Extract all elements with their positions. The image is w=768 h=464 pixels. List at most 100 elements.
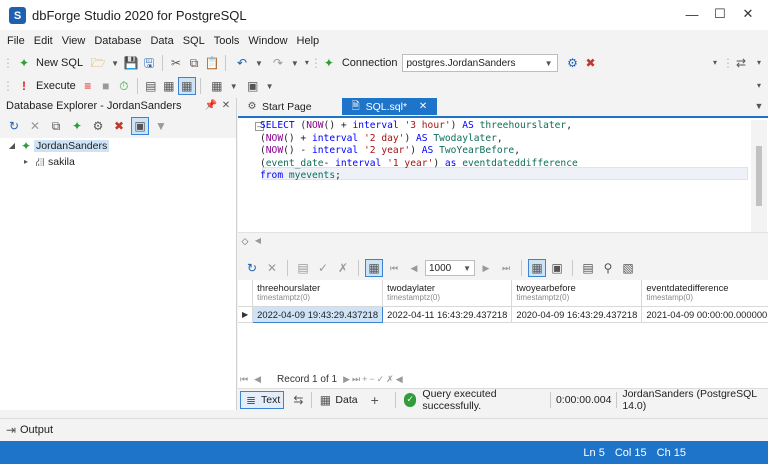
filter-icon[interactable]: ▼ <box>152 117 170 135</box>
undo-button[interactable]: ↶ ▼ <box>230 53 266 73</box>
prev-record-icon[interactable]: ◀ <box>254 374 261 385</box>
columns-icon[interactable]: ▤ <box>579 259 597 277</box>
cut-icon[interactable]: ✂ <box>167 54 185 72</box>
query-plan-icon[interactable]: ▦ <box>160 77 178 95</box>
connection-properties-icon[interactable]: ⚙ <box>564 54 582 72</box>
switch-view-icon[interactable]: ⇆ <box>290 391 306 409</box>
delete-row-icon[interactable]: ✕ <box>263 259 281 277</box>
open-button[interactable]: 🗁 ▼ <box>86 53 122 73</box>
format-button[interactable]: ▣ ▼ <box>241 76 277 96</box>
tab-start-page[interactable]: ⚙ Start Page <box>238 98 320 115</box>
toolbar-separator <box>136 78 138 94</box>
expand-arrow-icon[interactable]: ▸ <box>20 153 32 171</box>
card-view-icon[interactable]: ▣ <box>548 259 566 277</box>
refresh-icon[interactable]: ↻ <box>5 117 23 135</box>
sql-code[interactable]: SELECT (NOW() + interval '3 hour') AS th… <box>260 120 578 183</box>
record-nav-controls-icon[interactable]: ▶⏭+−✓✗◀ <box>343 374 405 385</box>
tabs-dropdown-icon[interactable]: ▼ <box>750 98 768 116</box>
redo-button[interactable]: ↷ ▼ <box>266 53 302 73</box>
table-cell[interactable]: 2020-04-09 16:43:29.437218 <box>511 306 643 323</box>
find-icon[interactable]: ⚲ <box>599 259 617 277</box>
menu-edit[interactable]: Edit <box>34 35 53 47</box>
table-row[interactable]: ▶ 2022-04-09 19:43:29.437218 2022-04-11 … <box>238 305 768 323</box>
new-sql-button[interactable]: ✦ New SQL <box>12 53 86 73</box>
page-size-select[interactable]: 1000 ▼ <box>425 260 475 276</box>
connection-select[interactable]: postgres.JordanSanders ▼ <box>401 54 558 72</box>
grid-view-icon[interactable]: ▦ <box>528 259 546 277</box>
insert-row-icon[interactable]: ▤ <box>294 259 312 277</box>
next-page-icon[interactable]: ▶ <box>477 259 495 277</box>
scrollbar-thumb[interactable] <box>756 146 762 206</box>
tree-node-connection[interactable]: ◢ ✦ JordanSanders <box>0 138 236 154</box>
paste-icon[interactable]: 📋 <box>203 54 221 72</box>
tree-node-database[interactable]: ▸ ⛜ sakila <box>0 154 236 170</box>
profiler-icon[interactable]: ▤ <box>142 77 160 95</box>
properties-icon[interactable]: ⧉ <box>47 117 65 135</box>
cancel-changes-icon[interactable]: ✗ <box>334 259 352 277</box>
menu-sql[interactable]: SQL <box>183 35 205 47</box>
menu-view[interactable]: View <box>62 35 86 47</box>
first-page-icon[interactable]: ⏮ <box>385 259 403 277</box>
apply-changes-icon[interactable]: ✓ <box>314 259 332 277</box>
column-header[interactable]: twodaylater timestamptz(0) <box>382 280 513 307</box>
save-icon[interactable]: 💾 <box>122 54 140 72</box>
toolbar-overflow-icon[interactable]: ▾ <box>750 54 768 72</box>
output-panel-tab[interactable]: ⇥ Output <box>0 418 768 440</box>
execute-button[interactable]: ! Execute <box>12 76 79 96</box>
layout-options-icon[interactable]: ⇄ <box>732 54 750 72</box>
copy-icon[interactable]: ⧉ <box>185 54 203 72</box>
split-editor-icon[interactable]: ◇ <box>238 232 252 250</box>
toolbar-overflow-icon[interactable]: ▾ <box>750 77 768 95</box>
execute-current-icon[interactable]: ≡ <box>79 77 97 95</box>
table-cell[interactable]: 2021-04-09 00:00:00.000000 <box>641 306 768 323</box>
row-indicator-icon[interactable]: ▶ <box>238 306 254 323</box>
close-window-button[interactable]: ✕ <box>736 4 760 24</box>
save-all-icon[interactable]: 🖫 <box>140 54 158 72</box>
menu-window[interactable]: Window <box>248 35 287 47</box>
column-header[interactable]: twoyearbefore timestamptz(0) <box>511 280 643 307</box>
scroll-left-icon[interactable]: ◀ <box>252 232 264 250</box>
delete-icon[interactable]: ✕ <box>26 117 44 135</box>
stop-icon[interactable]: ■ <box>97 77 115 95</box>
last-page-icon[interactable]: ⏭ <box>497 259 515 277</box>
new-connection-icon[interactable]: ✦ <box>68 117 86 135</box>
disconnect-icon[interactable]: ✖ <box>110 117 128 135</box>
export-icon[interactable]: ▧ <box>619 259 637 277</box>
first-record-icon[interactable]: ⏮ <box>240 374 248 385</box>
menu-database[interactable]: Database <box>94 35 141 47</box>
close-tab-icon[interactable]: ✕ <box>417 98 429 116</box>
start-page-icon: ⚙ <box>247 100 257 112</box>
column-header[interactable]: threehourslater timestamptz(0) <box>252 280 384 307</box>
sql-editor[interactable]: – SELECT (NOW() + interval '3 hour') AS … <box>238 116 768 248</box>
table-cell[interactable]: 2022-04-09 19:43:29.437218 <box>252 305 384 323</box>
object-filter-icon[interactable]: ▣ <box>131 117 149 135</box>
paginate-icon[interactable]: ▦ <box>365 259 383 277</box>
editor-vertical-scrollbar[interactable] <box>751 120 767 232</box>
layout-button[interactable]: ▦ ▼ <box>205 76 241 96</box>
refresh-results-icon[interactable]: ↻ <box>243 259 261 277</box>
table-cell[interactable]: 2022-04-11 16:43:29.437218 <box>382 306 513 323</box>
execution-history-icon[interactable]: ⏱ <box>115 77 133 95</box>
tab-label: SQL.sql* <box>365 100 408 113</box>
minimize-button[interactable]: — <box>680 4 704 24</box>
collapse-arrow-icon[interactable]: ◢ <box>6 137 18 155</box>
editor-horizontal-scrollbar[interactable]: ◇ ◀ <box>238 232 768 249</box>
disconnect-icon[interactable]: ✖ <box>582 54 600 72</box>
tab-sql-document[interactable]: 🗎 SQL.sql* ✕ <box>341 98 438 116</box>
prev-page-icon[interactable]: ◀ <box>405 259 423 277</box>
menu-help[interactable]: Help <box>297 35 320 47</box>
results-pane-toggle-icon[interactable]: ▦ <box>177 77 196 95</box>
menu-file[interactable]: File <box>7 35 25 47</box>
data-view-tab[interactable]: ▦ Data <box>315 390 360 410</box>
menu-data[interactable]: Data <box>150 35 173 47</box>
maximize-button[interactable]: ☐ <box>708 4 732 24</box>
close-panel-icon[interactable]: ✕ <box>217 97 235 115</box>
results-toolbar: ↻ ✕ ▤ ✓ ✗ ▦ ⏮ ◀ 1000 ▼ ▶ ⏭ ▦ ▣ ▤ ⚲ ▧ <box>238 256 768 280</box>
edit-connection-icon[interactable]: ⚙ <box>89 117 107 135</box>
code-line: (NOW() + interval '2 day') AS Twodaylate… <box>260 132 503 144</box>
column-header[interactable]: eventdatedifference timestamp(0) <box>641 280 768 307</box>
text-view-tab[interactable]: ≣ Text <box>240 390 285 409</box>
menu-tools[interactable]: Tools <box>214 35 240 47</box>
add-view-icon[interactable]: + <box>367 391 383 409</box>
new-connection-icon[interactable]: ✦ <box>320 54 338 72</box>
